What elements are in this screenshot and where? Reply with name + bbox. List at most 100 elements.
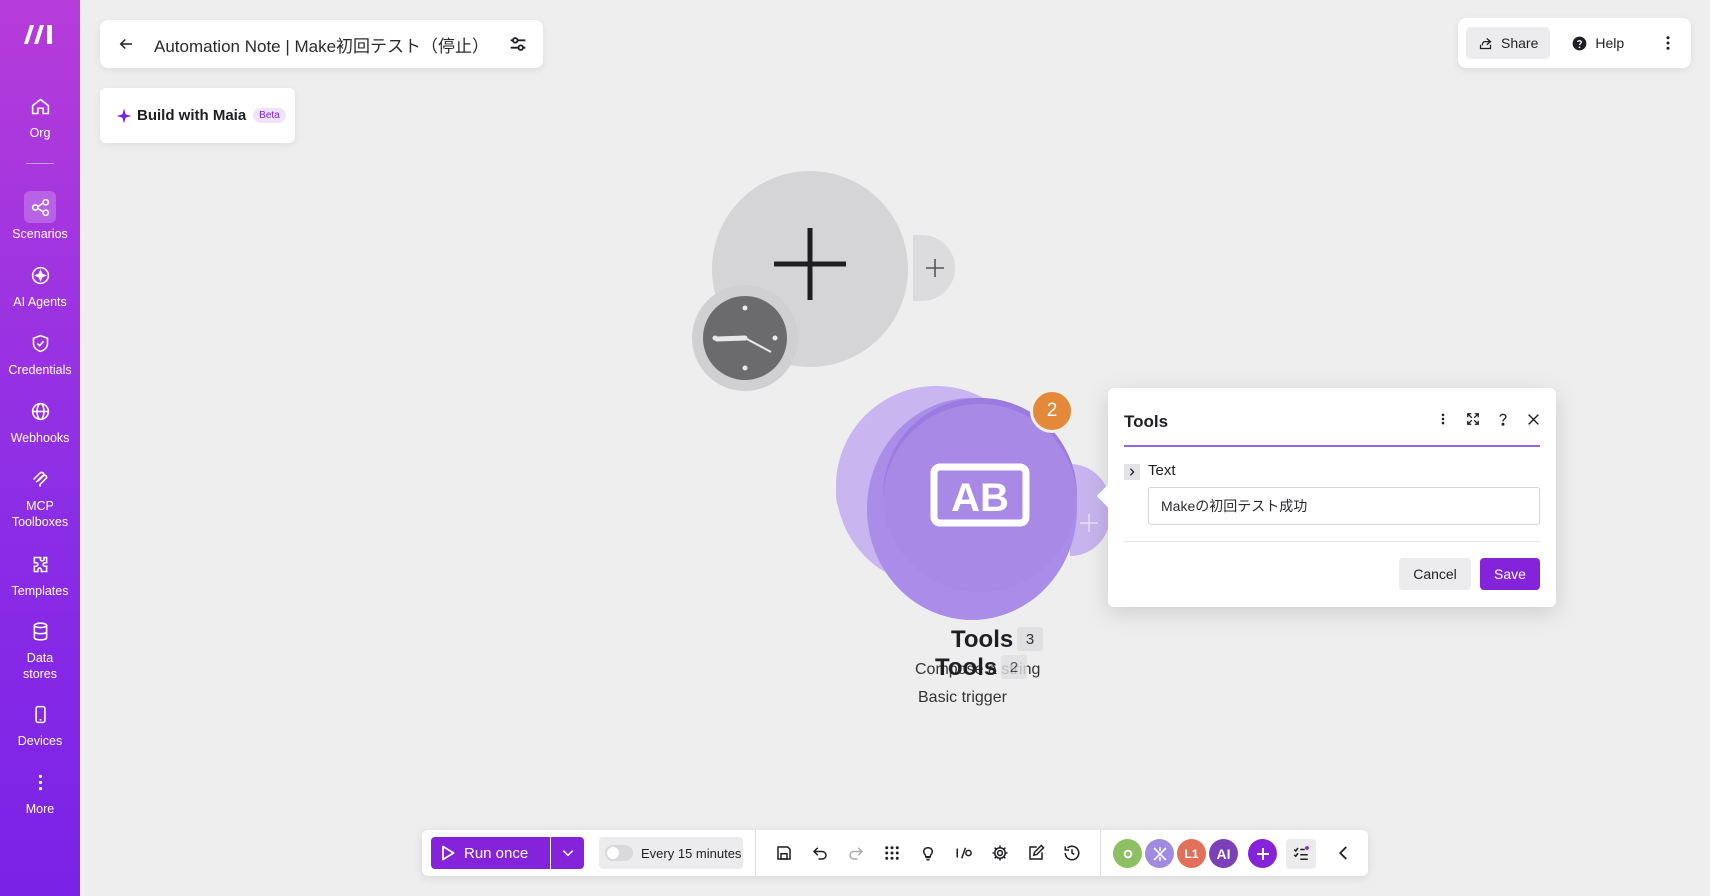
help-icon[interactable] [1494,410,1512,428]
database-icon [24,615,56,647]
schedule-label: Every 15 minutes [641,845,742,861]
app-gear-icon[interactable] [1113,839,1142,868]
help-button[interactable]: Help [1572,35,1624,51]
header-actions-panel: Share Help [1458,18,1691,68]
sidebar-item-scenarios[interactable]: Scenarios [0,191,80,243]
cancel-button[interactable]: Cancel [1399,558,1471,590]
sidebar-item-label: Scenarios [12,227,68,241]
toolbar-separator [1100,830,1101,876]
plus-icon [774,228,846,300]
sidebar-item-templates[interactable]: Templates [0,548,80,600]
history-icon[interactable] [1062,843,1082,863]
text-field-label: Text [1148,462,1176,479]
chevron-down-icon [562,850,573,857]
more-vertical-icon [24,766,56,798]
undo-icon[interactable] [810,843,830,863]
popover-divider [1124,541,1540,542]
run-options-dropdown[interactable] [551,837,584,869]
ai-agents-icon [24,259,56,291]
sidebar-item-label: MCP Toolboxes [11,499,69,529]
scenario-title[interactable]: Automation Note | Make初回テスト（停止） [154,32,489,57]
sidebar-item-credentials[interactable]: Credentials [0,327,80,379]
node-id-badge: 2 [1001,655,1027,679]
scenario-title-panel: Automation Note | Make初回テスト（停止） [100,20,543,68]
chevron-left-icon[interactable] [1334,843,1354,863]
share-icon [1479,37,1492,49]
lightbulb-icon[interactable] [918,843,938,863]
make-logo-icon[interactable] [22,22,58,46]
svg-text:AB: AB [951,476,1009,520]
scenario-toolbar: Run once Every 15 minutes L1 AI [422,830,1368,876]
sidebar-item-label: Templates [11,584,69,598]
sidebar-item-label: AI Agents [13,295,67,309]
more-vertical-icon[interactable] [1659,34,1677,52]
build-with-maia-button[interactable]: Build with Maia Beta [100,88,295,143]
sidebar-item-more[interactable]: More [0,766,80,818]
operation-count-badge[interactable]: 2 [1030,389,1074,433]
plus-icon[interactable] [924,257,946,279]
grid-dots-icon[interactable] [882,843,902,863]
node-label-tools: Tools [935,654,998,681]
sidebar-item-label: Org [29,126,51,140]
sidebar-divider [26,163,54,164]
popover-title-underline [1124,445,1540,447]
mcp-icon [24,463,56,495]
expand-icon[interactable] [1464,410,1482,428]
schedule-clock-badge[interactable] [692,285,798,391]
node-id-badge: 3 [1017,627,1043,651]
sidebar-item-webhooks[interactable]: Webhooks [0,395,80,447]
sidebar-item-label: Data stores [22,651,58,681]
app-l1-icon[interactable]: L1 [1177,839,1206,868]
node-label-tools: Tools [951,626,1014,653]
share-button[interactable]: Share [1466,27,1551,59]
beta-badge: Beta [253,108,286,123]
checklist-icon[interactable] [1286,839,1316,869]
scenarios-icon [24,191,56,223]
back-arrow-icon[interactable] [108,26,144,62]
help-circle-icon [1572,36,1587,50]
gear-icon[interactable] [990,843,1010,863]
code-io-icon[interactable] [954,843,974,863]
sidebar-item-label: More [25,802,55,816]
run-once-button[interactable]: Run once [431,837,550,869]
redo-icon[interactable] [846,843,866,863]
popover-title: Tools [1124,412,1169,431]
text-field-input[interactable] [1148,487,1540,525]
help-label: Help [1595,35,1625,51]
save-button[interactable]: Save [1480,558,1540,590]
app-tools-icon[interactable] [1145,839,1174,868]
text-ab-icon: AB [930,463,1030,527]
note-edit-icon[interactable] [1026,843,1046,863]
share-label: Share [1501,35,1539,51]
node-sublabel: Basic trigger [918,689,1007,706]
app-ai-icon[interactable]: AI [1209,839,1238,868]
save-icon[interactable] [774,843,794,863]
more-vertical-icon[interactable] [1434,410,1452,428]
chevron-right-icon[interactable] [1124,464,1140,480]
sidebar-item-devices[interactable]: Devices [0,698,80,750]
run-once-label: Run once [464,844,529,862]
sidebar-item-label: Credentials [8,363,72,377]
sidebar-item-data-stores[interactable]: Data stores [0,615,80,682]
home-icon [24,90,56,122]
toolbar-separator [755,830,756,876]
add-app-button[interactable] [1248,839,1277,868]
close-icon[interactable] [1524,410,1542,428]
phone-icon [24,698,56,730]
sidebar-item-ai-agents[interactable]: AI Agents [0,259,80,311]
sidebar-item-label: Webhooks [10,431,70,445]
sidebar-item-org[interactable]: Org [0,90,80,142]
plus-icon[interactable] [1078,512,1100,534]
play-icon [442,845,455,861]
globe-icon [24,395,56,427]
sliders-icon[interactable] [507,33,529,55]
sidebar-item-label: Devices [17,734,63,748]
maia-label: Build with Maia [137,107,247,124]
schedule-setting[interactable]: Every 15 minutes [599,837,743,869]
sidebar-item-mcp-toolboxes[interactable]: MCP Toolboxes [0,463,80,530]
tools-module-popover: Tools Text Cancel Save [1108,388,1556,607]
puzzle-icon [24,548,56,580]
shield-check-icon [24,327,56,359]
schedule-toggle[interactable] [605,845,633,861]
sparkle-icon [116,108,132,123]
